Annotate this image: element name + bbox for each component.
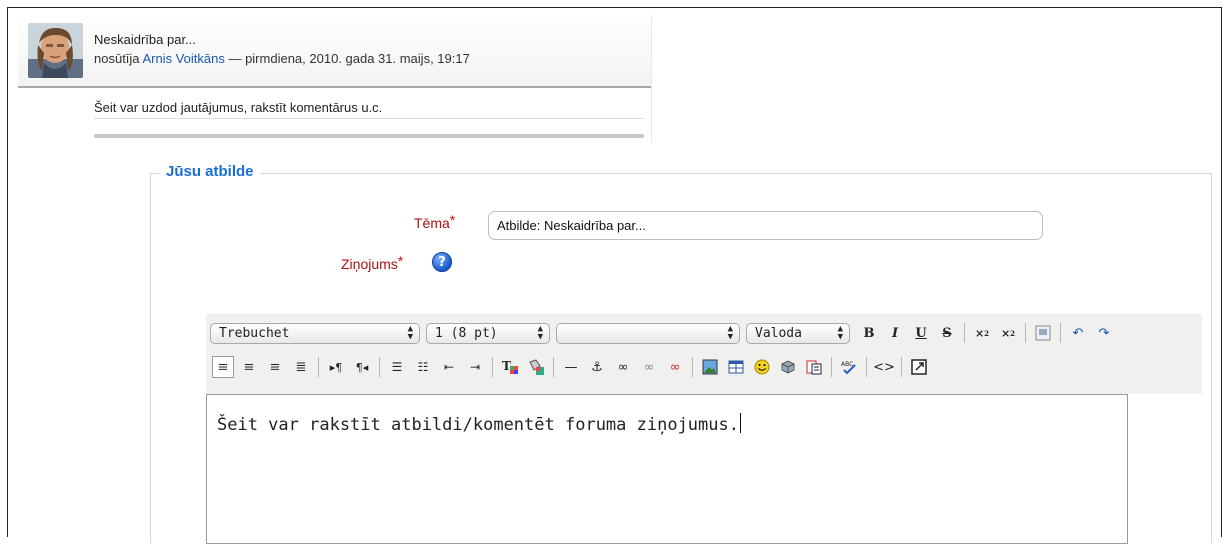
paste-word-icon[interactable] — [1032, 322, 1054, 344]
justify-icon[interactable]: ≣ — [290, 356, 312, 378]
undo-icon[interactable]: ↶ — [1067, 322, 1089, 344]
byline-date: — pirmdiena, 2010. gada 31. maijs, 19:17 — [228, 51, 470, 66]
separator — [901, 357, 902, 377]
unlink-icon[interactable]: ∞ — [638, 356, 660, 378]
separator — [553, 357, 554, 377]
help-icon[interactable]: ? — [432, 252, 452, 272]
svg-text:ABC: ABC — [841, 361, 853, 368]
toolbar-row-2: ≡ ≡ ≡ ≣ ▸¶ ¶◂ ☰ ☷ ⇤ ⇥ T — ⚓ ∞ ∞ ∞ ABC <> — [210, 350, 932, 384]
outdent-icon[interactable]: ⇤ — [438, 356, 460, 378]
reply-legend: Jūsu atbilde — [160, 163, 260, 180]
subscript-button[interactable]: × 2 — [971, 322, 993, 344]
post-header: Neskaidrība par... nosūtīja Arnis Voitkā… — [18, 14, 652, 88]
separator — [964, 323, 965, 343]
spellcheck-icon[interactable]: ABC — [838, 356, 860, 378]
divider — [94, 134, 644, 138]
separator — [692, 357, 693, 377]
message-label: Ziņojums* — [341, 253, 403, 272]
font-size-select[interactable]: 1 (8 pt) ▲ ▼ — [426, 322, 550, 344]
unordered-list-icon[interactable]: ☷ — [412, 356, 434, 378]
fullscreen-icon[interactable] — [908, 356, 930, 378]
toolbar-row-1: Trebuchet ▲ ▼ 1 (8 pt) ▲ ▼ ▲ ▼ Valoda ▲ ▼ B … — [210, 316, 1117, 350]
forum-post: Neskaidrība par... nosūtīja Arnis Voitkā… — [18, 14, 652, 146]
editor-text-content: Šeit var rakstīt atbildi/komentēt foruma… — [217, 415, 739, 435]
required-mark: * — [449, 212, 456, 228]
font-size-value: 1 (8 pt) — [435, 325, 498, 341]
media-icon[interactable] — [777, 356, 799, 378]
editor-toolbar: Trebuchet ▲ ▼ 1 (8 pt) ▲ ▼ ▲ ▼ Valoda ▲ ▼ B … — [206, 314, 1202, 394]
indent-icon[interactable]: ⇥ — [464, 356, 486, 378]
post-byline: nosūtīja Arnis Voitkāns — pirmdiena, 201… — [94, 51, 470, 66]
align-right-icon[interactable]: ≡ — [264, 356, 286, 378]
byline-prefix: nosūtīja — [94, 51, 140, 66]
separator — [831, 357, 832, 377]
language-select[interactable]: Valoda ▲ ▼ — [746, 322, 850, 344]
select-arrows-icon: ▲ ▼ — [407, 324, 413, 342]
image-icon[interactable] — [699, 356, 721, 378]
subject-label-text: Tēma — [414, 215, 450, 231]
ltr-icon[interactable]: ▸¶ — [325, 356, 347, 378]
font-family-value: Trebuchet — [219, 325, 290, 341]
language-value: Valoda — [755, 325, 802, 341]
separator — [1025, 323, 1026, 343]
separator — [1060, 323, 1061, 343]
bold-button[interactable]: B — [858, 322, 880, 344]
italic-button[interactable]: I — [884, 322, 906, 344]
redo-icon[interactable]: ↷ — [1093, 322, 1115, 344]
align-left-icon[interactable]: ≡ — [212, 356, 234, 378]
author-link[interactable]: Arnis Voitkāns — [142, 51, 224, 66]
paste-icon[interactable] — [803, 356, 825, 378]
ordered-list-icon[interactable]: ☰ — [386, 356, 408, 378]
smiley-icon[interactable] — [751, 356, 773, 378]
table-icon[interactable] — [725, 356, 747, 378]
select-arrows-icon: ▲ ▼ — [837, 324, 843, 342]
required-mark: * — [397, 253, 404, 269]
avatar[interactable] — [28, 23, 83, 78]
format-select[interactable]: ▲ ▼ — [556, 322, 740, 344]
message-label-text: Ziņojums — [341, 256, 398, 272]
post-subject: Neskaidrība par... — [94, 32, 196, 47]
separator — [318, 357, 319, 377]
html-source-icon[interactable]: <> — [873, 356, 895, 378]
select-arrows-icon: ▲ ▼ — [537, 324, 543, 342]
align-center-icon[interactable]: ≡ — [238, 356, 260, 378]
separator — [866, 357, 867, 377]
separator — [379, 357, 380, 377]
background-color-icon[interactable] — [525, 356, 547, 378]
select-arrows-icon: ▲ ▼ — [727, 324, 733, 342]
text-caret — [739, 413, 741, 433]
separator — [492, 357, 493, 377]
superscript-button[interactable]: × 2 — [997, 322, 1019, 344]
divider — [651, 15, 652, 143]
font-family-select[interactable]: Trebuchet ▲ ▼ — [210, 322, 420, 344]
link-icon[interactable]: ∞ — [612, 356, 634, 378]
underline-button[interactable]: U — [910, 322, 932, 344]
post-body: Šeit var uzdod jautājumus, rakstīt komen… — [94, 100, 383, 115]
divider — [94, 118, 644, 119]
subject-input[interactable] — [488, 211, 1043, 240]
anchor-icon[interactable]: ⚓ — [586, 356, 608, 378]
editor-text: Šeit var rakstīt atbildi/komentēt foruma… — [217, 413, 741, 435]
svg-text:T: T — [502, 359, 511, 373]
text-color-icon[interactable]: T — [499, 356, 521, 378]
strikethrough-button[interactable]: S — [936, 322, 958, 344]
subject-label: Tēma* — [414, 212, 455, 231]
editor-content-area[interactable]: Šeit var rakstīt atbildi/komentēt foruma… — [206, 394, 1128, 544]
nolink-icon[interactable]: ∞ — [664, 356, 686, 378]
rtl-icon[interactable]: ¶◂ — [351, 356, 373, 378]
horizontal-rule-icon[interactable]: — — [560, 356, 582, 378]
